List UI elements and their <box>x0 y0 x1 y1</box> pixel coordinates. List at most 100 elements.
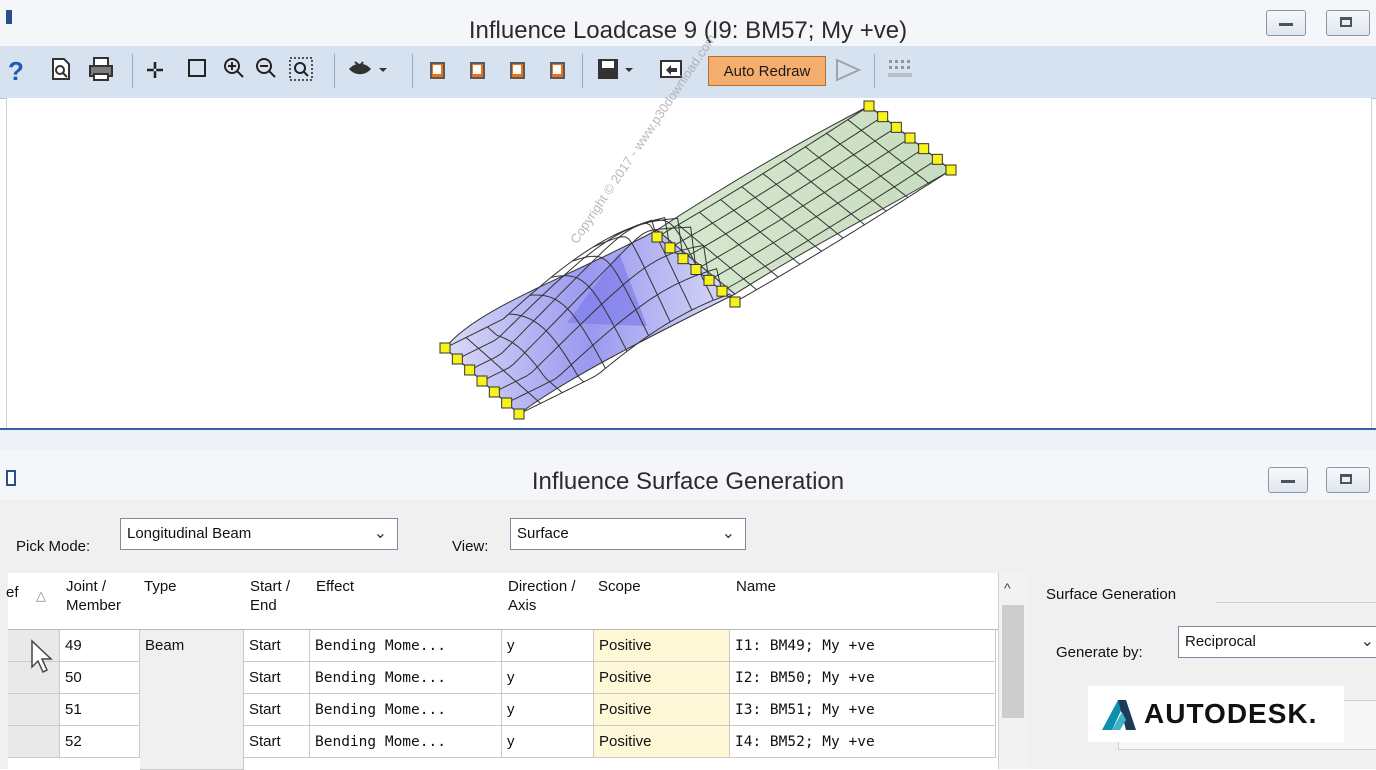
chevron-down-icon: ⌄ <box>373 525 387 542</box>
table-cell-direction[interactable]: y <box>502 726 594 758</box>
zoom-window-icon[interactable] <box>184 56 210 86</box>
table-cell-name[interactable]: I1: BM49; My +ve <box>730 630 996 662</box>
minimize-icon <box>1281 480 1295 483</box>
minimize-button[interactable] <box>1266 10 1306 36</box>
scrollbar-thumb[interactable] <box>1002 605 1024 718</box>
generate-by-label: Generate by: <box>1056 644 1143 661</box>
support-marker[interactable] <box>945 164 957 176</box>
support-marker[interactable] <box>464 364 476 376</box>
view-front-icon[interactable] <box>430 62 445 79</box>
table-cell-effect[interactable]: Bending Mome... <box>310 630 502 662</box>
support-marker[interactable] <box>904 132 916 144</box>
table-cell-direction[interactable]: y <box>502 694 594 726</box>
table-cell-direction[interactable]: y <box>502 662 594 694</box>
zoom-out-icon[interactable] <box>252 56 280 86</box>
support-marker[interactable] <box>863 100 875 112</box>
view-top-icon[interactable] <box>510 62 525 79</box>
maximize-icon <box>1340 474 1352 484</box>
table-cell-name[interactable]: I3: BM51; My +ve <box>730 694 996 726</box>
influence-surface-viewport[interactable]: Copyright © 2017 - www.p30download.com <box>6 31 1372 428</box>
column-header[interactable]: ef <box>6 583 19 602</box>
support-marker[interactable] <box>931 153 943 165</box>
table-cell-start-end[interactable]: Start <box>244 726 310 758</box>
table-cell-joint[interactable]: 49 <box>60 630 140 662</box>
support-marker[interactable] <box>439 342 451 354</box>
row-selector[interactable] <box>8 726 60 758</box>
maximize-button[interactable] <box>1326 10 1370 36</box>
support-marker[interactable] <box>451 353 463 365</box>
toolbar-separator <box>582 54 583 88</box>
pick-mode-value: Longitudinal Beam <box>127 525 252 542</box>
table-cell-effect[interactable]: Bending Mome... <box>310 694 502 726</box>
toolbar-separator <box>132 54 133 88</box>
column-header[interactable]: Name <box>736 577 776 596</box>
support-marker[interactable] <box>501 397 513 409</box>
surface-generation-group-label: Surface Generation <box>1046 586 1177 603</box>
support-marker[interactable] <box>890 121 902 133</box>
table-cell-joint[interactable]: 52 <box>60 726 140 758</box>
pointer-tool-icon[interactable] <box>832 56 866 86</box>
sort-ascending-icon[interactable]: △ <box>36 586 46 605</box>
table-cell-effect[interactable]: Bending Mome... <box>310 726 502 758</box>
print-icon[interactable] <box>86 56 116 86</box>
view-value: Surface <box>517 525 569 542</box>
print-preview-icon[interactable] <box>48 56 74 86</box>
column-header[interactable]: Direction / Axis <box>508 577 588 615</box>
auto-redraw-button[interactable]: Auto Redraw <box>708 56 826 86</box>
column-header[interactable]: Scope <box>598 577 641 596</box>
table-cell-type[interactable]: Beam <box>140 630 244 770</box>
table-cell-start-end[interactable]: Start <box>244 630 310 662</box>
minimize-button[interactable] <box>1268 467 1308 493</box>
row-selector[interactable] <box>8 694 60 726</box>
zoom-extents-icon[interactable] <box>286 56 316 86</box>
scroll-up-icon[interactable]: ^ <box>1004 580 1011 596</box>
support-marker[interactable] <box>690 264 702 275</box>
help-icon[interactable]: ? <box>4 56 28 86</box>
table-cell-scope[interactable]: Positive <box>594 630 730 662</box>
table-cell-scope[interactable]: Positive <box>594 694 730 726</box>
support-marker[interactable] <box>664 242 676 254</box>
table-cell-scope[interactable]: Positive <box>594 662 730 694</box>
chevron-down-icon: ⌄ <box>1360 633 1374 650</box>
save-view-dropdown[interactable] <box>594 56 640 86</box>
support-marker[interactable] <box>513 408 525 420</box>
minimize-icon <box>1279 23 1293 26</box>
pan-icon[interactable]: ✛ <box>142 56 168 86</box>
influence-grid[interactable]: ef △ Joint / Member Type Start / End Eff… <box>6 573 1000 770</box>
pick-mode-label: Pick Mode: <box>16 538 91 555</box>
grid-tool-icon[interactable] <box>884 56 918 86</box>
support-marker[interactable] <box>729 296 741 308</box>
support-marker[interactable] <box>476 375 488 387</box>
table-cell-start-end[interactable]: Start <box>244 662 310 694</box>
column-header[interactable]: Effect <box>316 577 354 596</box>
group-divider <box>1216 602 1376 603</box>
support-marker[interactable] <box>651 231 663 243</box>
table-cell-name[interactable]: I2: BM50; My +ve <box>730 662 996 694</box>
zoom-in-icon[interactable] <box>220 56 248 86</box>
table-cell-joint[interactable]: 51 <box>60 694 140 726</box>
table-cell-direction[interactable]: y <box>502 630 594 662</box>
support-marker[interactable] <box>677 253 689 265</box>
view-options-dropdown[interactable] <box>346 56 392 86</box>
support-marker[interactable] <box>877 111 889 123</box>
table-cell-joint[interactable]: 50 <box>60 662 140 694</box>
column-header[interactable]: Start / End <box>250 577 308 615</box>
view-side-icon[interactable] <box>470 62 485 79</box>
support-marker[interactable] <box>703 274 715 286</box>
table-cell-effect[interactable]: Bending Mome... <box>310 662 502 694</box>
table-cell-start-end[interactable]: Start <box>244 694 310 726</box>
generate-by-select[interactable]: Reciprocal ⌄ <box>1178 626 1376 658</box>
support-marker[interactable] <box>918 143 930 155</box>
support-marker[interactable] <box>716 285 728 297</box>
column-header[interactable]: Type <box>144 577 177 596</box>
table-cell-name[interactable]: I4: BM52; My +ve <box>730 726 996 758</box>
bottom-window-title: Influence Surface Generation <box>531 468 845 495</box>
table-cell-scope[interactable]: Positive <box>594 726 730 758</box>
view-select[interactable]: Surface ⌄ <box>510 518 746 550</box>
support-marker[interactable] <box>488 386 500 398</box>
maximize-button[interactable] <box>1326 467 1370 493</box>
view-iso-icon[interactable] <box>550 62 565 79</box>
column-header[interactable]: Joint / Member <box>66 577 132 615</box>
toolbar-separator <box>334 54 335 88</box>
pick-mode-select[interactable]: Longitudinal Beam ⌄ <box>120 518 398 550</box>
